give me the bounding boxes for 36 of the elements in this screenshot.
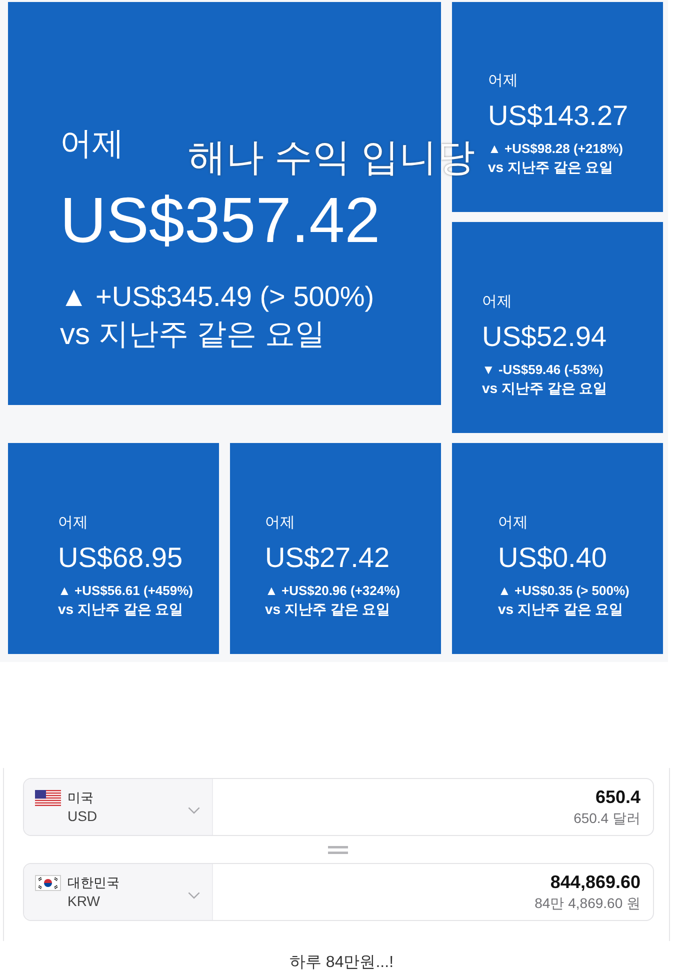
amount-in-words: 650.4 달러 xyxy=(574,809,640,828)
tile-comparison: vs 지난주 같은 요일 xyxy=(265,600,390,618)
amount-input[interactable]: 650.4 xyxy=(340,786,640,808)
tile-label: 어제 xyxy=(488,72,518,90)
chevron-down-icon xyxy=(188,806,200,814)
tile-value: US$0.40 xyxy=(498,540,607,574)
tile-comparison: vs 지난주 같은 요일 xyxy=(488,158,614,176)
tile-comparison: vs 지난주 같은 요일 xyxy=(58,600,184,618)
amount-in-words: 84만 4,869.60 원 xyxy=(534,894,640,913)
tile-value: US$357.42 xyxy=(60,184,380,256)
tile-label: 어제 xyxy=(58,514,88,532)
currency-select[interactable]: 대한민국 KRW xyxy=(24,864,212,920)
currency-select[interactable]: 미국 USD xyxy=(24,779,212,835)
tile-label: 어제 xyxy=(60,125,124,161)
kr-flag-icon xyxy=(34,875,60,891)
chevron-down-icon xyxy=(188,892,200,898)
amount-input[interactable]: 844,869.60 xyxy=(340,871,640,893)
tile-label: 어제 xyxy=(265,514,295,532)
tile-value: US$68.95 xyxy=(58,540,183,574)
tile-change: ▲ +US$0.35 (> 500%) xyxy=(498,582,630,600)
tile-change: ▲ +US$98.28 (+218%) xyxy=(488,140,624,158)
tile-label: 어제 xyxy=(482,292,512,310)
caption-text: 하루 84만원...! xyxy=(288,953,395,973)
tile-value: US$27.42 xyxy=(265,540,390,574)
tile-comparison: vs 지난주 같은 요일 xyxy=(482,378,608,396)
tile-label: 어제 xyxy=(498,514,528,532)
tile-change: ▲ +US$345.49 (> 500%) xyxy=(60,281,374,313)
tile-comparison: vs 지난주 같은 요일 xyxy=(498,600,624,618)
tile-change: ▲ +US$20.96 (+324%) xyxy=(265,582,400,600)
tile-value: US$52.94 xyxy=(482,320,607,354)
us-flag-icon xyxy=(34,790,60,806)
tile-change: ▲ +US$56.61 (+459%) xyxy=(58,582,194,600)
equals-icon xyxy=(328,846,348,854)
tile-change: ▼ -US$59.46 (-53%) xyxy=(482,360,604,378)
tile-comparison: vs 지난주 같은 요일 xyxy=(60,318,326,352)
tile-value: US$143.27 xyxy=(488,99,628,133)
